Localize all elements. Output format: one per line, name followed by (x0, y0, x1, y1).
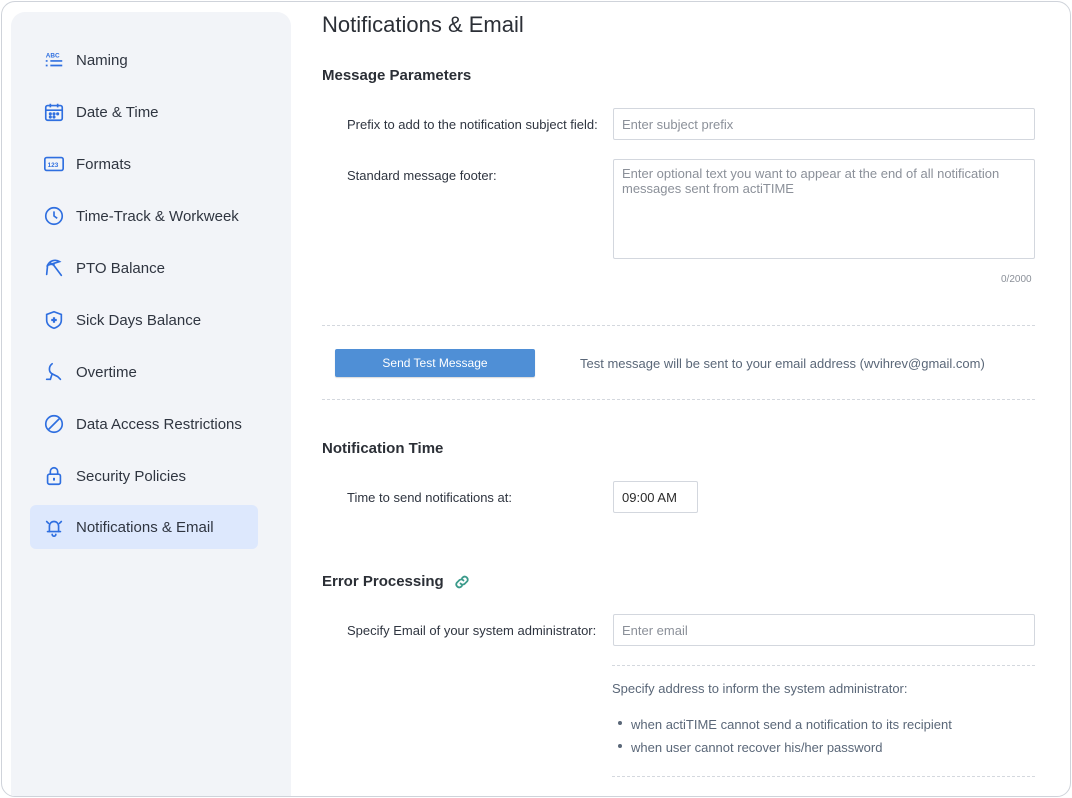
section-heading-notification-time: Notification Time (322, 440, 444, 457)
prefix-label: Prefix to add to the notification subjec… (347, 117, 598, 132)
admin-info-heading: Specify address to inform the system adm… (612, 681, 908, 696)
bell-icon (42, 515, 66, 539)
divider (322, 399, 1035, 400)
sidebar-item-label: Naming (76, 51, 128, 69)
page-title: Notifications & Email (322, 12, 524, 37)
divider (612, 776, 1035, 777)
send-test-message-button[interactable]: Send Test Message (335, 349, 535, 377)
shield-cross-icon (42, 308, 66, 332)
clock-icon (42, 204, 66, 228)
sidebar-item-sick-days[interactable]: Sick Days Balance (30, 298, 258, 342)
test-message-info: Test message will be sent to your email … (580, 356, 985, 371)
sidebar-item-label: Overtime (76, 363, 137, 381)
bullet-dot (618, 744, 622, 748)
123-icon: 123 (42, 152, 66, 176)
divider (612, 665, 1035, 666)
notification-time-input[interactable] (613, 481, 698, 513)
abc-list-icon: ABC (42, 48, 66, 72)
footer-label: Standard message footer: (347, 168, 497, 183)
prohibited-icon (42, 412, 66, 436)
section-heading-error-processing: Error Processing (322, 573, 444, 590)
section-heading-message-parameters: Message Parameters (322, 67, 472, 84)
admin-email-label: Specify Email of your system administrat… (347, 623, 597, 638)
link-icon[interactable] (453, 573, 471, 591)
sidebar-item-data-access[interactable]: Data Access Restrictions (30, 402, 258, 446)
admin-info-bullet: when actiTIME cannot send a notification… (631, 717, 952, 732)
sidebar-item-date-time[interactable]: Date & Time (30, 90, 258, 134)
admin-email-input[interactable] (613, 614, 1035, 646)
bullet-dot (618, 721, 622, 725)
sidebar-item-security-policies[interactable]: Security Policies (30, 454, 258, 498)
beach-umbrella-icon (42, 256, 66, 280)
app-window: ABC Naming Date & Time 123 Formats Time-… (1, 1, 1071, 797)
lock-icon (42, 464, 66, 488)
sidebar-item-label: Sick Days Balance (76, 311, 202, 329)
message-footer-textarea[interactable] (613, 159, 1035, 259)
calendar-icon (42, 100, 66, 124)
sidebar-item-notifications[interactable]: Notifications & Email (30, 505, 258, 549)
moon-person-icon (42, 360, 66, 384)
sidebar-item-label: Date & Time (76, 103, 159, 121)
sidebar-item-label: Formats (76, 155, 132, 173)
character-counter: 0/2000 (1001, 274, 1032, 285)
sidebar-item-label: Time-Track & Workweek (76, 207, 239, 225)
svg-text:ABC: ABC (46, 52, 60, 59)
admin-info-bullet: when user cannot recover his/her passwor… (631, 740, 883, 755)
divider (322, 325, 1035, 326)
sidebar-item-label: PTO Balance (76, 259, 165, 277)
sidebar-item-overtime[interactable]: Overtime (30, 350, 258, 394)
sidebar-item-label: Data Access Restrictions (76, 415, 242, 433)
notification-time-label: Time to send notifications at: (347, 490, 512, 505)
subject-prefix-input[interactable] (613, 108, 1035, 140)
sidebar-item-pto-balance[interactable]: PTO Balance (30, 246, 258, 290)
sidebar-item-formats[interactable]: 123 Formats (30, 142, 258, 186)
sidebar-item-naming[interactable]: ABC Naming (30, 38, 258, 82)
sidebar-item-label: Security Policies (76, 467, 187, 485)
sidebar-item-label: Notifications & Email (76, 518, 214, 536)
svg-text:123: 123 (48, 162, 59, 169)
sidebar-item-time-track[interactable]: Time-Track & Workweek (30, 194, 258, 238)
